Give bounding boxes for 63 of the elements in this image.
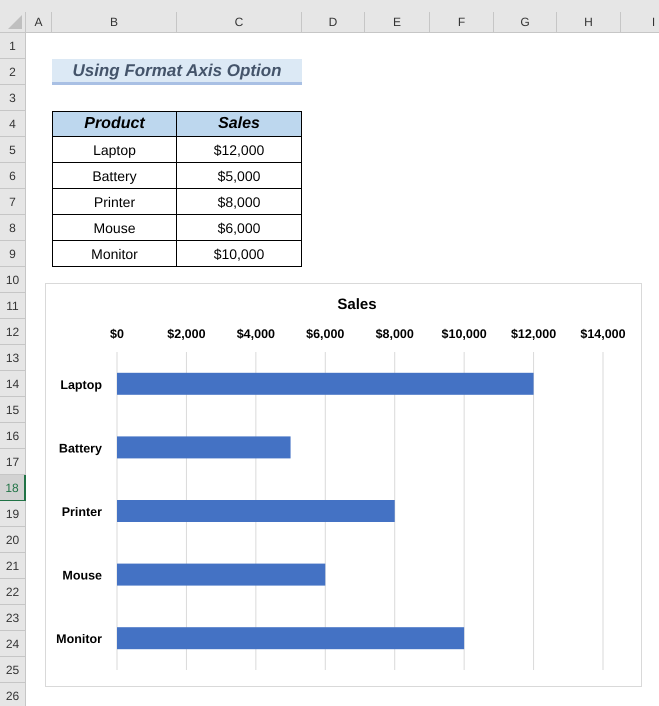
row-header[interactable]: 26	[0, 683, 26, 706]
row-header[interactable]: 24	[0, 631, 26, 657]
row-header[interactable]: 9	[0, 241, 26, 267]
column-header[interactable]: H	[557, 12, 621, 32]
axis-label: $4,000	[236, 327, 275, 341]
row-header[interactable]: 4	[0, 111, 26, 137]
category-label: Printer	[62, 505, 102, 519]
axis-label: $0	[110, 327, 124, 341]
row-header[interactable]: 11	[0, 293, 26, 319]
axis-label: $12,000	[510, 327, 556, 341]
table-cell: $6,000	[177, 215, 302, 241]
category-label: Mouse	[62, 568, 102, 583]
column-header[interactable]: G	[494, 12, 557, 32]
category-label: Laptop	[60, 378, 102, 392]
table-header-cell: Product	[52, 111, 177, 137]
axis-label: $14,000	[580, 327, 626, 341]
row-header[interactable]: 5	[0, 137, 26, 163]
table-cell: Monitor	[52, 241, 177, 267]
row-header[interactable]: 16	[0, 423, 26, 449]
row-header[interactable]: 12	[0, 319, 26, 345]
category-label: Battery	[58, 441, 102, 456]
row-header[interactable]: 3	[0, 85, 26, 111]
axis-label: $6,000	[306, 327, 344, 341]
category-label: Monitor	[56, 632, 102, 646]
row-header[interactable]: 2	[0, 59, 26, 85]
axis-label: $8,000	[376, 327, 414, 341]
table-cell: Printer	[52, 189, 177, 215]
table-cell: $10,000	[177, 241, 302, 267]
table-header-cell: Sales	[177, 111, 302, 137]
row-header[interactable]: 6	[0, 163, 26, 189]
row-header[interactable]: 14	[0, 371, 26, 397]
row-header[interactable]: 18	[0, 475, 26, 501]
row-header[interactable]: 20	[0, 527, 26, 553]
column-header[interactable]: F	[430, 12, 494, 32]
row-header[interactable]: 17	[0, 449, 26, 475]
column-header[interactable]: A	[26, 12, 52, 32]
row-header[interactable]: 15	[0, 397, 26, 423]
table-cell: Battery	[52, 163, 177, 189]
select-all-icon[interactable]	[8, 15, 22, 29]
row-header[interactable]: 19	[0, 501, 26, 527]
axis-label: $2,000	[167, 327, 206, 341]
column-header[interactable]: I	[621, 12, 659, 32]
row-header[interactable]: 7	[0, 189, 26, 215]
axis-label: $10,000	[442, 327, 487, 341]
row-header[interactable]: 13	[0, 345, 26, 371]
column-header[interactable]: D	[302, 12, 365, 32]
table-cell: $5,000	[177, 163, 302, 189]
row-header[interactable]: 23	[0, 605, 26, 631]
table-cell: $12,000	[177, 137, 302, 163]
column-header[interactable]: C	[177, 12, 302, 32]
table-cell: Mouse	[52, 215, 177, 241]
row-header[interactable]: 21	[0, 553, 26, 579]
row-header[interactable]: 22	[0, 579, 26, 605]
row-header[interactable]: 1	[0, 33, 26, 59]
column-header[interactable]: E	[365, 12, 430, 32]
row-header[interactable]: 25	[0, 657, 26, 683]
row-header[interactable]: 10	[0, 267, 26, 293]
title-cell: Using Format Axis Option	[52, 59, 302, 85]
column-header[interactable]: B	[52, 12, 177, 32]
table-cell: $8,000	[177, 189, 302, 215]
row-header[interactable]: 8	[0, 215, 26, 241]
table-cell: Laptop	[52, 137, 177, 163]
chart-title: Sales	[337, 296, 377, 313]
